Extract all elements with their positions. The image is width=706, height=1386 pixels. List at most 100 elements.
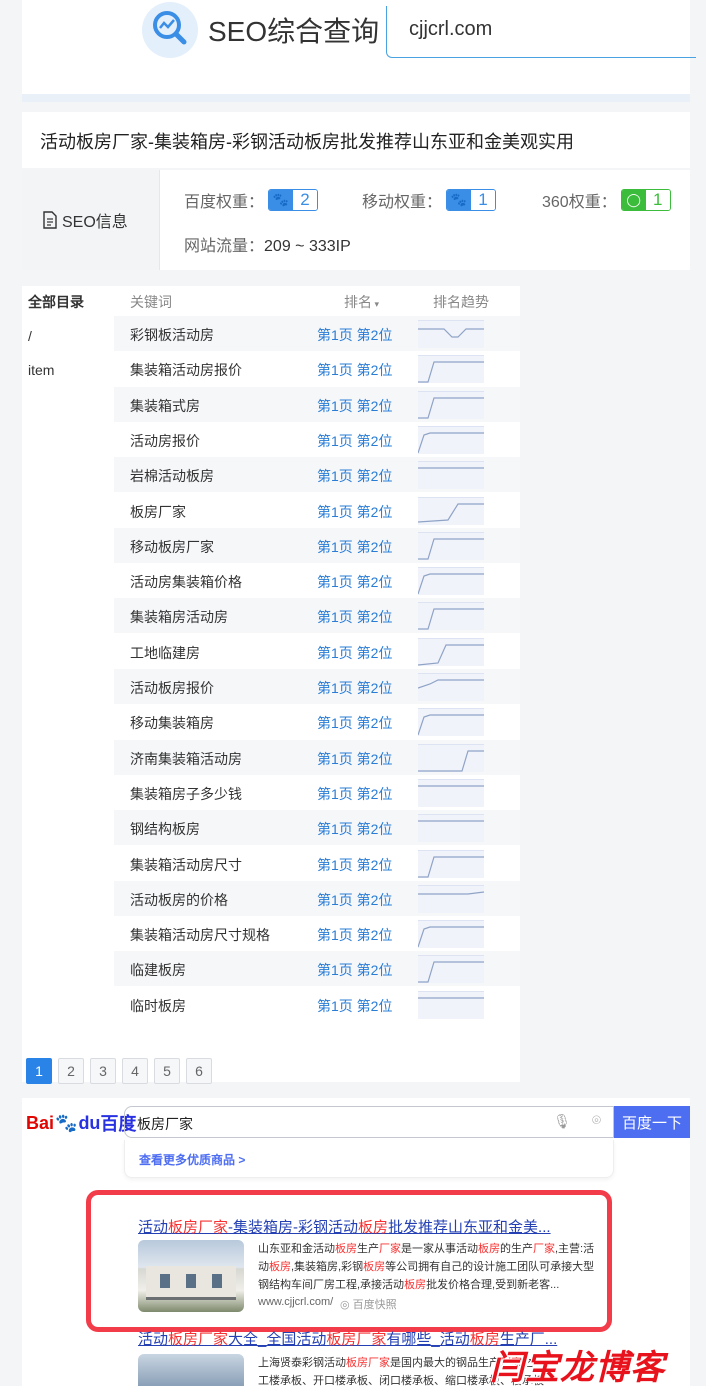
page-button[interactable]: 1 (26, 1058, 52, 1084)
rank-cell[interactable]: 第1页 第2位 (317, 960, 392, 980)
keyword-panel: 全部目录 / item 关键词 排名 ▾ 排名趋势 彩钢板活动房 第1页 第2位集… (22, 286, 520, 1084)
keyword-cell[interactable]: 活动板房报价 (130, 678, 214, 698)
keyword-cell[interactable]: 临建板房 (130, 960, 186, 980)
table-row: 活动板房报价 第1页 第2位 (114, 669, 520, 704)
keyword-cell[interactable]: 彩钢板活动房 (130, 325, 214, 345)
trend-sparkline (418, 355, 484, 384)
rank-cell[interactable]: 第1页 第2位 (317, 466, 392, 486)
page-button[interactable]: 2 (58, 1058, 84, 1084)
result-title-1[interactable]: 活动板房厂家-集装箱房-彩钢活动板房批发推荐山东亚和金美... (138, 1216, 551, 1237)
rank-cell[interactable]: 第1页 第2位 (317, 749, 392, 769)
keyword-cell[interactable]: 集装箱房活动房 (130, 607, 228, 627)
baidu-logo-du: du (78, 1112, 101, 1133)
site-traffic: 网站流量：209 ~ 333IP (184, 232, 351, 256)
keyword-cell[interactable]: 活动房集装箱价格 (130, 572, 242, 592)
table-row: 集装箱活动房报价 第1页 第2位 (114, 351, 520, 386)
weight-360: 360权重： ◯ 1 (542, 188, 671, 212)
rank-cell[interactable]: 第1页 第2位 (317, 713, 392, 733)
keyword-cell[interactable]: 集装箱房子多少钱 (130, 784, 242, 804)
column-header-keyword: 关键词 (130, 294, 172, 310)
directory-item-item[interactable]: item (28, 362, 54, 378)
mobile-weight-badge[interactable]: 🐾 1 (446, 189, 497, 211)
mobile-weight-label: 移动权重： (362, 194, 443, 211)
directory-item-root[interactable]: / (28, 328, 32, 344)
keyword-cell[interactable]: 集装箱式房 (130, 396, 200, 416)
rank-cell[interactable]: 第1页 第2位 (317, 678, 392, 698)
baidu-paw-icon: 🐾 (269, 190, 294, 210)
more-products-link[interactable]: 查看更多优质商品 > (139, 1151, 245, 1168)
rank-header-label: 排名 (344, 294, 372, 310)
rank-cell[interactable]: 第1页 第2位 (317, 925, 392, 945)
more-products-box: 查看更多优质商品 > (124, 1140, 614, 1178)
trend-sparkline (418, 849, 484, 878)
rank-cell[interactable]: 第1页 第2位 (317, 855, 392, 875)
table-row: 活动房报价 第1页 第2位 (114, 422, 520, 457)
baidu-paw-icon: 🐾 (447, 190, 472, 210)
trend-sparkline (418, 708, 484, 737)
mobile-weight: 移动权重： 🐾 1 (362, 188, 497, 212)
table-row: 移动板房厂家 第1页 第2位 (114, 527, 520, 563)
trend-sparkline (418, 920, 484, 949)
rank-cell[interactable]: 第1页 第2位 (317, 784, 392, 804)
keyword-cell[interactable]: 移动集装箱房 (130, 713, 214, 733)
rank-cell[interactable]: 第1页 第2位 (317, 396, 392, 416)
keyword-cell[interactable]: 集装箱活动房尺寸 (130, 855, 242, 875)
rank-cell[interactable]: 第1页 第2位 (317, 360, 392, 380)
weight-360-badge[interactable]: ◯ 1 (620, 189, 671, 211)
camera-icon[interactable]: ⌾ (592, 1112, 601, 1129)
rank-cell[interactable]: 第1页 第2位 (317, 502, 392, 522)
trend-sparkline (418, 743, 484, 772)
trend-sparkline (418, 955, 484, 984)
keyword-cell[interactable]: 板房厂家 (130, 502, 186, 522)
table-row: 移动集装箱房 第1页 第2位 (114, 704, 520, 739)
keyword-cell[interactable]: 岩棉活动板房 (130, 466, 214, 486)
baidu-search-input[interactable]: 板房厂家 🎙 ⌾ (124, 1106, 614, 1138)
page-button[interactable]: 3 (90, 1058, 116, 1084)
seo-header: SEO综合查询 cjjcrl.com (22, 0, 696, 102)
rank-cell[interactable]: 第1页 第2位 (317, 643, 392, 663)
rank-cell[interactable]: 第1页 第2位 (317, 996, 392, 1016)
result-thumbnail-2[interactable] (138, 1354, 244, 1386)
baidu-paw-icon: 🐾 (55, 1112, 78, 1133)
rank-cell[interactable]: 第1页 第2位 (317, 325, 392, 345)
rank-cell[interactable]: 第1页 第2位 (317, 819, 392, 839)
keyword-cell[interactable]: 济南集装箱活动房 (130, 749, 242, 769)
table-row: 工地临建房 第1页 第2位 (114, 634, 520, 669)
column-header-trend: 排名趋势 (433, 294, 489, 310)
table-row: 钢结构板房 第1页 第2位 (114, 810, 520, 846)
rank-cell[interactable]: 第1页 第2位 (317, 537, 392, 557)
domain-input[interactable]: cjjcrl.com (386, 6, 696, 58)
keyword-cell[interactable]: 临时板房 (130, 996, 186, 1016)
page-button[interactable]: 6 (186, 1058, 212, 1084)
rank-cell[interactable]: 第1页 第2位 (317, 607, 392, 627)
keyword-cell[interactable]: 集装箱活动房报价 (130, 360, 242, 380)
microphone-icon[interactable]: 🎙 (553, 1113, 571, 1130)
table-row: 临时板房 第1页 第2位 (114, 987, 520, 1022)
page-button[interactable]: 5 (154, 1058, 180, 1084)
result-snapshot-1[interactable]: ◎ 百度快照 (340, 1296, 397, 1312)
house-image (146, 1266, 236, 1300)
keyword-cell[interactable]: 活动板房的价格 (130, 890, 228, 910)
result-url-1[interactable]: www.cjjcrl.com/ (258, 1296, 333, 1308)
baidu-search-button[interactable]: 百度一下 (614, 1106, 690, 1138)
rank-cell[interactable]: 第1页 第2位 (317, 572, 392, 592)
rank-cell[interactable]: 第1页 第2位 (317, 431, 392, 451)
column-header-rank[interactable]: 排名 ▾ (344, 292, 379, 312)
result-thumbnail-1[interactable] (138, 1240, 244, 1312)
trend-sparkline (418, 461, 484, 490)
rank-cell[interactable]: 第1页 第2位 (317, 890, 392, 910)
seo-info-panel: SEO信息 百度权重： 🐾 2 移动权重： 🐾 1 360权重： ◯ 1 网站流… (22, 170, 690, 270)
weight-360-value: 1 (645, 190, 670, 210)
table-row: 板房厂家 第1页 第2位 (114, 493, 520, 528)
keyword-cell[interactable]: 集装箱活动房尺寸规格 (130, 925, 270, 945)
keyword-cell[interactable]: 活动房报价 (130, 431, 200, 451)
page-button[interactable]: 4 (122, 1058, 148, 1084)
snapshot-icon: ◎ (340, 1299, 353, 1311)
seo-info-text: SEO信息 (62, 214, 128, 231)
baidu-logo[interactable]: Bai 🐾 du 百度 (26, 1110, 136, 1136)
keyword-cell[interactable]: 钢结构板房 (130, 819, 200, 839)
traffic-label: 网站流量： (184, 238, 265, 255)
baidu-weight-badge[interactable]: 🐾 2 (268, 189, 319, 211)
keyword-cell[interactable]: 移动板房厂家 (130, 537, 214, 557)
keyword-cell[interactable]: 工地临建房 (130, 643, 200, 663)
